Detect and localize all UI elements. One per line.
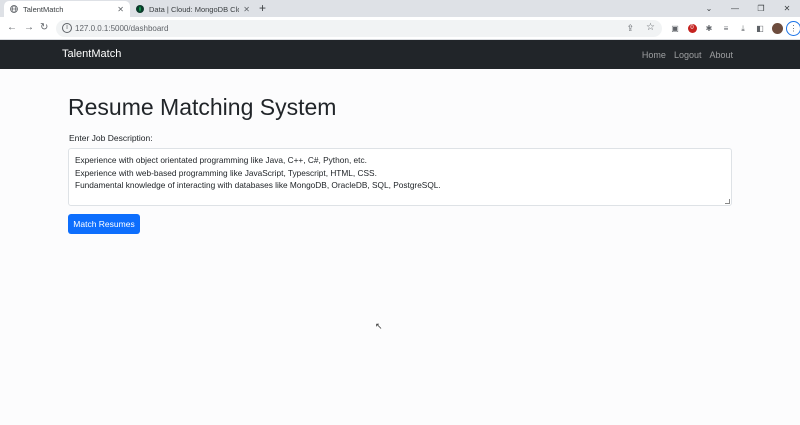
restore-icon[interactable]: ❐	[748, 4, 774, 13]
job-description-textarea[interactable]: Experience with object orientated progra…	[68, 148, 732, 206]
nav-link-about[interactable]: About	[709, 50, 733, 60]
tab-search-icon[interactable]: ⌄	[696, 4, 722, 13]
tab-talentmatch[interactable]: TalentMatch ✕	[4, 1, 130, 17]
browser-toolbar: ← → ↻ i 127.0.0.1:5000/dashboard ⇪ ☆ ▣ 0…	[0, 17, 800, 40]
close-window-icon[interactable]: ✕	[774, 4, 800, 13]
close-tab-icon[interactable]: ✕	[243, 5, 250, 14]
browser-menu-icon[interactable]: ⋮	[786, 21, 800, 36]
job-description-line: Fundamental knowledge of interacting wit…	[75, 180, 441, 190]
back-arrow-icon[interactable]: ←	[7, 22, 17, 34]
job-description-line: Experience with object orientated progra…	[75, 155, 367, 165]
resize-handle-icon[interactable]	[725, 199, 730, 204]
bookmark-star-icon[interactable]: ☆	[646, 22, 655, 33]
address-bar[interactable]: i 127.0.0.1:5000/dashboard ⇪ ☆	[56, 20, 662, 37]
nav-link-logout[interactable]: Logout	[674, 50, 702, 60]
reload-icon[interactable]: ↻	[40, 22, 48, 34]
tab-mongodb[interactable]: Data | Cloud: MongoDB Cloud ✕	[130, 1, 256, 17]
match-resumes-button[interactable]: Match Resumes	[68, 214, 140, 234]
url-text: 127.0.0.1:5000/dashboard	[75, 24, 169, 33]
forward-arrow-icon[interactable]: →	[24, 22, 34, 34]
site-info-icon[interactable]: i	[62, 23, 72, 33]
brand-logo-text[interactable]: TalentMatch	[62, 48, 121, 60]
job-description-line: Experience with web-based programming li…	[75, 167, 377, 178]
new-tab-button[interactable]: +	[259, 1, 266, 16]
page-title: Resume Matching System	[68, 94, 337, 120]
close-tab-icon[interactable]: ✕	[117, 5, 124, 14]
reading-list-icon[interactable]: ≡	[718, 23, 734, 35]
profile-avatar-icon[interactable]	[769, 23, 785, 35]
tab-title: Data | Cloud: MongoDB Cloud	[149, 4, 239, 14]
side-panel-icon[interactable]: ◧	[752, 23, 768, 35]
nav-link-home[interactable]: Home	[642, 50, 666, 60]
job-description-label: Enter Job Description:	[69, 133, 153, 143]
minimize-icon[interactable]: —	[722, 4, 748, 13]
site-navbar: TalentMatch Home Logout About	[0, 40, 800, 69]
mouse-cursor-icon: ↖	[375, 321, 383, 331]
puzzle-extensions-icon[interactable]: ✱	[701, 23, 717, 35]
mongodb-leaf-icon	[136, 5, 144, 13]
nav-links: Home Logout About	[634, 50, 733, 60]
globe-icon	[10, 5, 18, 13]
extension-icon[interactable]: ▣	[667, 23, 683, 35]
share-icon[interactable]: ⇪	[626, 23, 634, 34]
main-content: Resume Matching System Enter Job Descrip…	[0, 69, 800, 425]
tab-title: TalentMatch	[23, 4, 64, 14]
extension-toolbar: ▣ 0 ✱ ≡ ⤓ ◧ ⋮	[667, 21, 800, 36]
window-controls: ⌄ — ❐ ✕	[696, 0, 800, 17]
extension-badge-icon[interactable]: 0	[684, 23, 700, 35]
browser-tab-strip: TalentMatch ✕ Data | Cloud: MongoDB Clou…	[0, 0, 800, 17]
download-icon[interactable]: ⤓	[735, 23, 751, 35]
